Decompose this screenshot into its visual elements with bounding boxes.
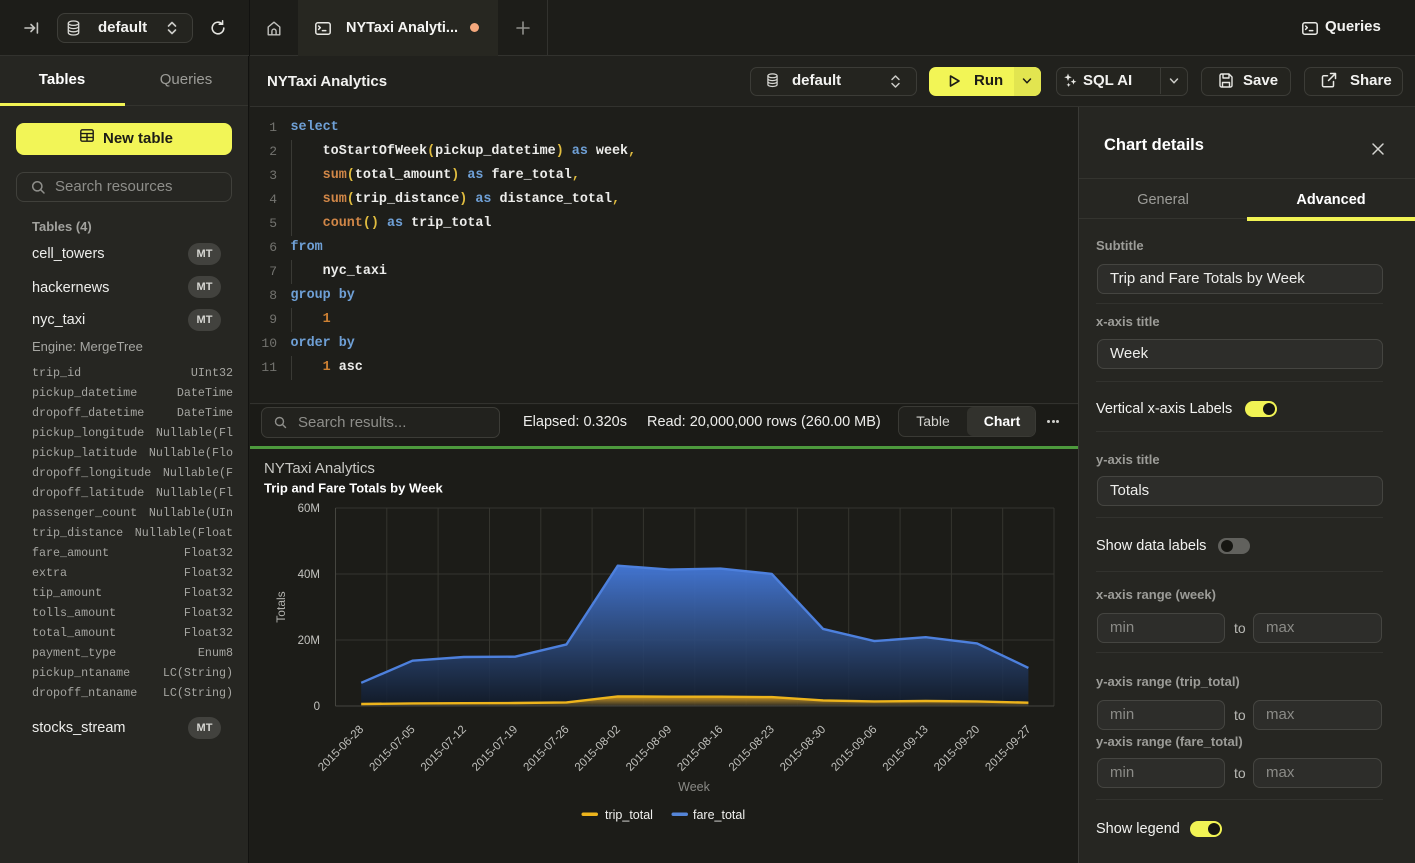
- svg-text:NYTaxi Analytics: NYTaxi Analytics: [264, 460, 375, 477]
- svg-text:2015-06-28: 2015-06-28: [316, 724, 366, 774]
- svg-text:trip_total: trip_total: [605, 808, 653, 822]
- svg-text:2015-07-05: 2015-07-05: [368, 724, 418, 774]
- svg-text:2015-08-02: 2015-08-02: [573, 724, 623, 774]
- svg-text:2015-09-13: 2015-09-13: [881, 724, 931, 774]
- svg-text:20M: 20M: [298, 635, 320, 647]
- svg-text:2015-07-12: 2015-07-12: [419, 724, 469, 774]
- svg-text:40M: 40M: [298, 569, 320, 581]
- svg-text:60M: 60M: [298, 503, 320, 515]
- svg-text:2015-08-23: 2015-08-23: [727, 724, 777, 774]
- svg-text:2015-07-26: 2015-07-26: [522, 724, 572, 774]
- svg-text:0: 0: [314, 701, 320, 713]
- svg-text:2015-08-30: 2015-08-30: [778, 724, 828, 774]
- svg-text:Week: Week: [678, 780, 710, 794]
- svg-text:fare_total: fare_total: [693, 808, 745, 822]
- svg-text:2015-09-27: 2015-09-27: [983, 724, 1033, 774]
- svg-text:2015-07-19: 2015-07-19: [470, 724, 520, 774]
- svg-text:2015-08-09: 2015-08-09: [624, 724, 674, 774]
- svg-text:Trip and Fare Totals by Week: Trip and Fare Totals by Week: [264, 481, 443, 496]
- svg-text:Totals: Totals: [274, 591, 288, 622]
- svg-text:2015-09-06: 2015-09-06: [829, 724, 879, 774]
- svg-text:2015-08-16: 2015-08-16: [675, 724, 725, 774]
- svg-text:2015-09-20: 2015-09-20: [932, 724, 982, 774]
